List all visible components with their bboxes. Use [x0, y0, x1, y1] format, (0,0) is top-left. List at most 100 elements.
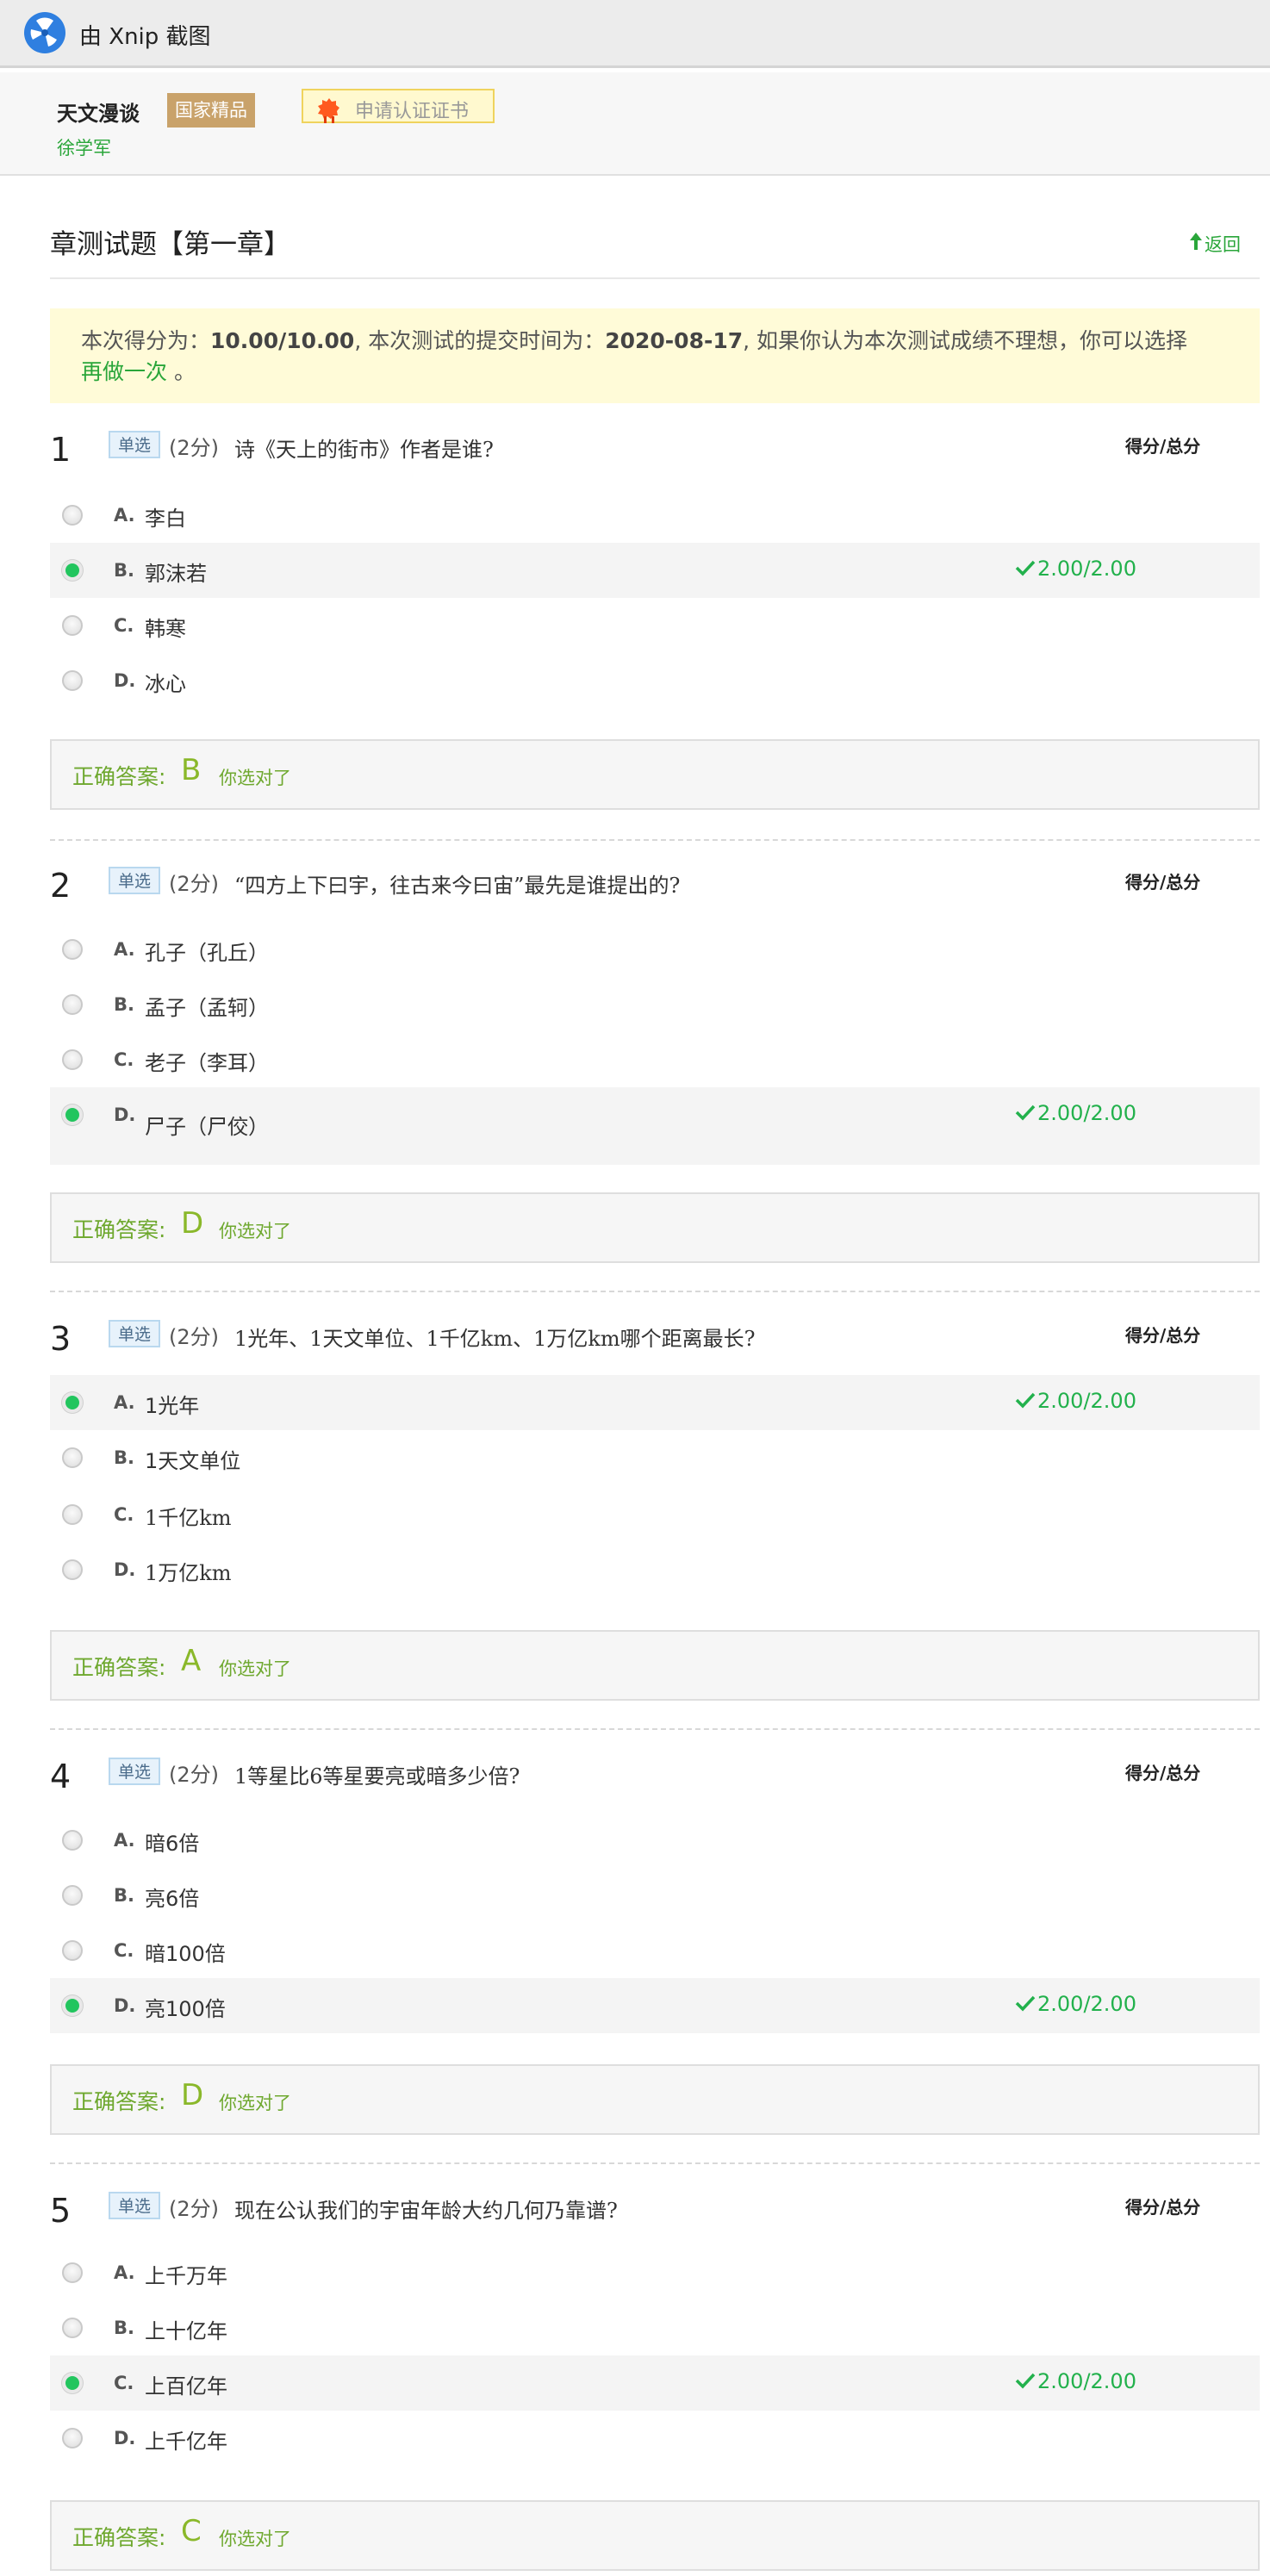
radio-button[interactable]	[62, 994, 83, 1015]
correct-answer-label: 正确答案:	[72, 1217, 166, 1242]
option-b[interactable]: B. 郭沫若 2.00/2.00	[50, 543, 1260, 598]
radio-button[interactable]	[62, 1447, 83, 1468]
question-divider	[50, 839, 1260, 841]
option-text: 上千亿年	[145, 2430, 227, 2454]
banner-score: 10.00/10.00	[210, 328, 355, 353]
certificate-icon	[318, 98, 339, 123]
correct-answer-letter: D	[181, 1206, 204, 1241]
option-letter: C.	[114, 1049, 134, 1070]
answer-verdict: 你选对了	[219, 2529, 291, 2549]
correct-answer-letter: A	[181, 1644, 202, 1678]
option-d[interactable]: D. 上千亿年	[50, 2411, 1260, 2466]
question-points: (2分)	[169, 872, 219, 896]
option-letter: C.	[114, 1940, 134, 1961]
radio-button[interactable]	[62, 2262, 83, 2283]
checkmark-icon	[1015, 1392, 1036, 1409]
option-a[interactable]: A. 1光年 2.00/2.00	[50, 1375, 1260, 1430]
radio-button[interactable]	[62, 939, 83, 960]
radio-button[interactable]	[62, 1049, 83, 1070]
option-score-value: 2.00/2.00	[1037, 1101, 1136, 1125]
question-points: (2分)	[169, 436, 219, 460]
option-d[interactable]: D. 亮100倍 2.00/2.00	[50, 1978, 1260, 2033]
radio-button-selected[interactable]	[62, 2373, 83, 2393]
banner-suffix: , 如果你认为本次测试成绩不理想，你可以选择	[743, 328, 1188, 353]
question-text: 1光年、1天文单位、1千亿km、1万亿km哪个距离最长?	[234, 1327, 756, 1351]
option-text: 尸子（尸佼）	[145, 1115, 269, 1139]
radio-button[interactable]	[62, 1559, 83, 1580]
radio-button[interactable]	[62, 1885, 83, 1906]
option-c[interactable]: C. 韩寒	[50, 598, 1260, 653]
score-header: 得分/总分	[1125, 1325, 1201, 1346]
option-letter: A.	[114, 939, 135, 960]
option-b[interactable]: B. 上十亿年	[50, 2300, 1260, 2355]
radio-button[interactable]	[62, 1504, 83, 1525]
redo-link[interactable]: 再做一次	[81, 359, 167, 384]
answer-verdict: 你选对了	[219, 2093, 291, 2113]
option-c[interactable]: C. 暗100倍	[50, 1923, 1260, 1978]
option-score-value: 2.00/2.00	[1037, 557, 1136, 581]
option-c[interactable]: C. 1千亿km	[50, 1487, 1260, 1542]
option-letter: C.	[114, 2373, 134, 2393]
option-a[interactable]: A. 暗6倍	[50, 1813, 1260, 1868]
option-letter: D.	[114, 2428, 136, 2448]
correct-answer-box: 正确答案: D 你选对了	[50, 1192, 1260, 1263]
teacher-link[interactable]: 徐学军	[57, 134, 111, 160]
option-letter: D.	[114, 1559, 136, 1580]
option-text: 上百亿年	[145, 2374, 227, 2399]
option-letter: B.	[114, 1885, 134, 1906]
option-text: 郭沫若	[145, 562, 207, 586]
radio-button[interactable]	[62, 2318, 83, 2338]
option-letter: C.	[114, 1504, 134, 1525]
radio-button-selected[interactable]	[62, 1995, 83, 2016]
radio-button[interactable]	[62, 1830, 83, 1851]
correct-answer-letter: C	[181, 2514, 202, 2548]
option-d[interactable]: D. 冰心	[50, 653, 1260, 708]
option-letter: A.	[114, 1392, 135, 1413]
option-c[interactable]: C. 上百亿年 2.00/2.00	[50, 2355, 1260, 2411]
option-score: 2.00/2.00	[1015, 557, 1136, 581]
option-text: 暗6倍	[145, 1832, 200, 1856]
back-label: 返回	[1205, 234, 1241, 255]
option-score-value: 2.00/2.00	[1037, 1992, 1136, 2016]
option-b[interactable]: B. 亮6倍	[50, 1868, 1260, 1923]
radio-button-selected[interactable]	[62, 1392, 83, 1413]
apply-certificate-button[interactable]: 申请认证证书	[302, 89, 495, 123]
question-type-badge: 单选	[109, 2192, 160, 2219]
checkmark-icon	[1015, 560, 1036, 576]
option-a[interactable]: A. 李白	[50, 488, 1260, 543]
banner-middle: , 本次测试的提交时间为：	[354, 328, 606, 353]
course-header: 天文漫谈 国家精品 申请认证证书 徐学军	[0, 72, 1270, 176]
score-header: 得分/总分	[1125, 872, 1201, 893]
question-divider	[50, 1728, 1260, 1730]
correct-answer-box: 正确答案: C 你选对了	[50, 2500, 1260, 2571]
correct-answer-box: 正确答案: A 你选对了	[50, 1630, 1260, 1701]
correct-answer-label: 正确答案:	[72, 2089, 166, 2114]
back-link[interactable]: 返回	[1190, 231, 1241, 257]
option-letter: D.	[114, 1995, 136, 2016]
radio-button[interactable]	[62, 1940, 83, 1961]
option-text: 亮100倍	[145, 1997, 226, 2021]
option-d[interactable]: D. 尸子（尸佼） 2.00/2.00	[50, 1087, 1260, 1165]
radio-button[interactable]	[62, 505, 83, 526]
radio-button-selected[interactable]	[62, 560, 83, 581]
question-points: (2分)	[169, 1325, 219, 1349]
score-header: 得分/总分	[1125, 1763, 1201, 1783]
option-text: 1万亿km	[145, 1561, 232, 1585]
option-score-value: 2.00/2.00	[1037, 2369, 1136, 2393]
question-type-badge: 单选	[109, 431, 160, 458]
correct-answer-label: 正确答案:	[72, 1655, 166, 1680]
option-d[interactable]: D. 1万亿km	[50, 1542, 1260, 1597]
radio-button[interactable]	[62, 670, 83, 691]
radio-button[interactable]	[62, 615, 83, 636]
radio-button[interactable]	[62, 2428, 83, 2448]
option-a[interactable]: A. 上千万年	[50, 2245, 1260, 2300]
option-b[interactable]: B. 孟子（孟轲）	[50, 977, 1260, 1032]
option-text: 上千万年	[145, 2264, 227, 2288]
option-c[interactable]: C. 老子（李耳）	[50, 1032, 1260, 1087]
option-b[interactable]: B. 1天文单位	[50, 1430, 1260, 1485]
course-name: 天文漫谈	[57, 102, 140, 126]
option-a[interactable]: A. 孔子（孔丘）	[50, 922, 1260, 977]
capture-title: 由 Xnip 截图	[79, 24, 211, 50]
radio-button-selected[interactable]	[62, 1104, 83, 1125]
correct-answer-letter: B	[181, 753, 202, 787]
